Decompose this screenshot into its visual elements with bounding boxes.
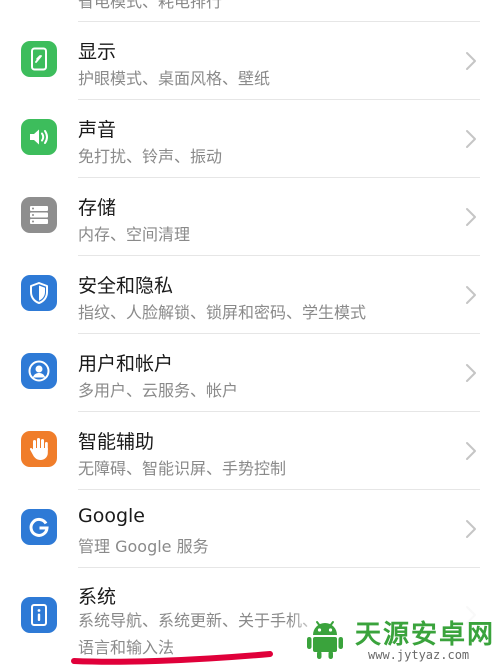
divider — [78, 489, 480, 490]
settings-item-title: 存储 — [78, 197, 117, 219]
settings-item-security[interactable]: 安全和隐私 指纹、人脸解锁、锁屏和密码、学生模式 — [0, 255, 500, 333]
settings-item-subtitle: 多用户、云服务、帐户 — [78, 381, 239, 400]
settings-item-smart-assist[interactable]: 智能辅助 无障碍、智能识屏、手势控制 — [0, 411, 500, 489]
partial-subtitle-battery: 省电模式、耗电排行 — [78, 0, 223, 11]
settings-item-sound[interactable]: 声音 免打扰、铃声、振动 — [0, 99, 500, 177]
chevron-right-icon — [466, 286, 476, 304]
settings-item-title: 用户和帐户 — [78, 353, 174, 375]
divider — [78, 21, 480, 22]
divider — [78, 567, 480, 568]
speaker-icon — [21, 119, 57, 155]
settings-item-subtitle: 免打扰、铃声、振动 — [78, 147, 223, 166]
chevron-right-icon — [466, 520, 476, 538]
chevron-right-icon — [466, 364, 476, 382]
chevron-right-icon — [466, 208, 476, 226]
settings-item-title: 系统 — [78, 586, 117, 608]
divider — [78, 99, 480, 100]
settings-item-subtitle: 管理 Google 服务 — [78, 537, 209, 556]
divider — [78, 255, 480, 256]
settings-item-subtitle: 护眼模式、桌面风格、壁纸 — [78, 69, 271, 88]
divider — [78, 333, 480, 334]
settings-item-subtitle: 内存、空间清理 — [78, 225, 191, 244]
hand-icon — [21, 431, 57, 467]
settings-item-google[interactable]: Google 管理 Google 服务 — [0, 489, 500, 567]
settings-item-title: Google — [78, 505, 146, 527]
watermark-url: www.jytyaz.com — [368, 648, 470, 662]
chevron-right-icon — [466, 130, 476, 148]
divider — [78, 411, 480, 412]
display-phone-icon — [21, 41, 57, 77]
settings-item-title: 显示 — [78, 41, 117, 63]
shield-icon — [21, 275, 57, 311]
settings-item-storage[interactable]: 存储 内存、空间清理 — [0, 177, 500, 255]
storage-icon — [21, 197, 57, 233]
settings-item-subtitle: 无障碍、智能识屏、手势控制 — [78, 459, 287, 478]
user-icon — [21, 353, 57, 389]
settings-screen: 省电模式、耗电排行 显示 护眼模式、桌面风格、壁纸 声音 免打扰、铃声、振动 存… — [0, 0, 500, 667]
settings-item-subtitle: 指纹、人脸解锁、锁屏和密码、学生模式 — [78, 303, 367, 322]
divider — [78, 177, 480, 178]
settings-item-title: 声音 — [78, 119, 117, 141]
red-underline-mark — [71, 651, 273, 665]
google-icon — [21, 509, 57, 545]
settings-item-display[interactable]: 显示 护眼模式、桌面风格、壁纸 — [0, 21, 500, 99]
system-info-icon — [21, 597, 57, 633]
settings-item-title: 安全和隐私 — [78, 275, 174, 297]
chevron-right-icon — [466, 442, 476, 460]
settings-item-users[interactable]: 用户和帐户 多用户、云服务、帐户 — [0, 333, 500, 411]
watermark-name: 天源安卓网 — [355, 620, 496, 650]
settings-item-title: 智能辅助 — [78, 431, 155, 453]
android-logo-icon — [307, 621, 343, 659]
chevron-right-icon — [466, 52, 476, 70]
